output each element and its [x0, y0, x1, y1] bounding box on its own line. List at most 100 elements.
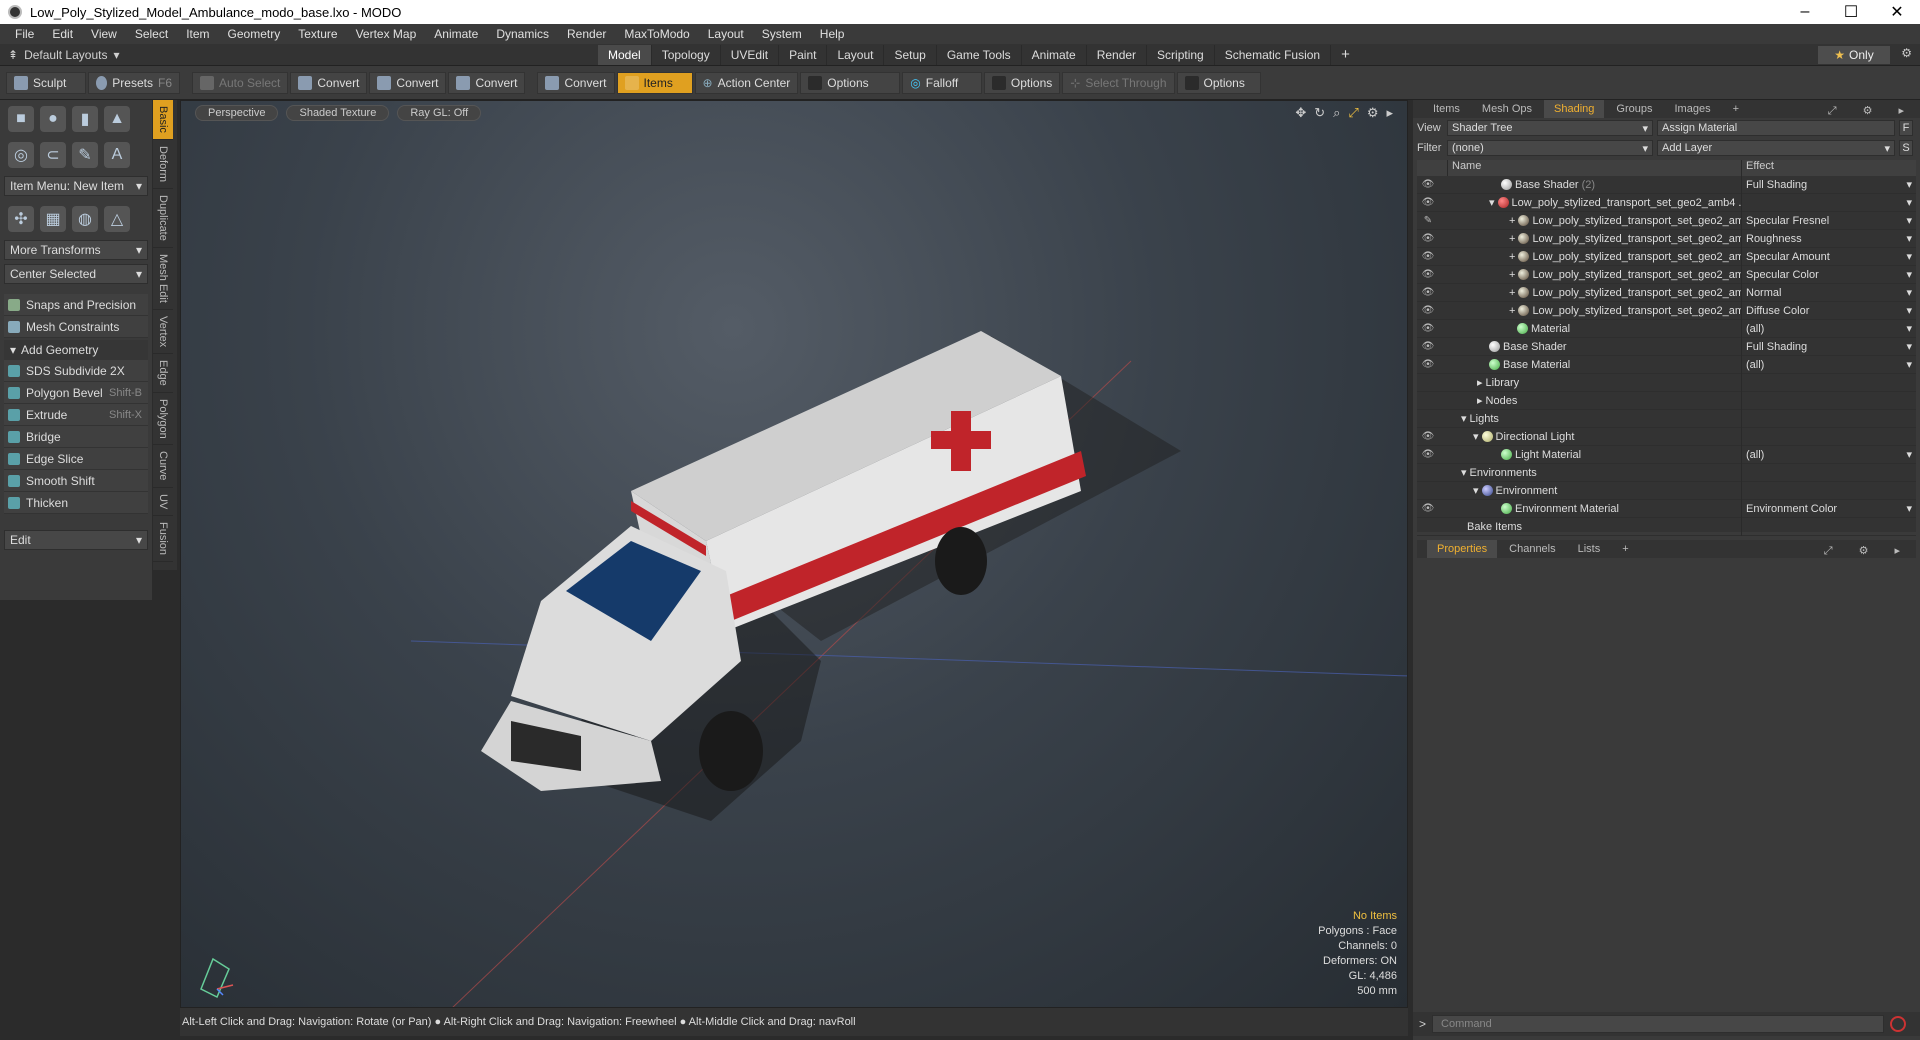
tree-row[interactable]: 👁 Base Shader (2) Full Shading ▾ — [1417, 175, 1916, 194]
tool-thicken-button[interactable]: Thicken — [4, 492, 148, 514]
gear-icon[interactable]: ⚙ — [1901, 46, 1912, 60]
cone-icon[interactable]: ▲ — [104, 106, 130, 132]
tab-mesh-ops[interactable]: Mesh Ops — [1472, 100, 1542, 118]
vtab-fusion[interactable]: Fusion — [153, 516, 173, 563]
tab-animate[interactable]: Animate — [1022, 44, 1087, 65]
panel-menu-icon[interactable]: ▸ — [1888, 102, 1914, 120]
tree-row[interactable]: 👁 + Low_poly_stylized_transport_set_geo2_a… — [1417, 265, 1916, 284]
tab-layout[interactable]: Layout — [827, 44, 885, 65]
layout-selector[interactable]: ⇞ Default Layouts ▾ — [0, 48, 598, 62]
sculpt-button[interactable]: Sculpt — [6, 71, 86, 94]
tree-row[interactable]: ▸ Nodes — [1417, 391, 1916, 410]
raygl-button[interactable]: Ray GL: Off — [397, 105, 482, 121]
tab-topology[interactable]: Topology — [652, 44, 721, 65]
convert-vertices-button[interactable]: Convert — [290, 71, 368, 94]
more-transforms-dropdown[interactable]: More Transforms ▾ — [4, 240, 148, 260]
panel-menu-icon[interactable]: ▸ — [1884, 542, 1910, 560]
move-view-icon[interactable]: ✥ — [1295, 105, 1306, 121]
eye-icon[interactable]: 👁 — [1417, 359, 1439, 370]
menu-texture[interactable]: Texture — [289, 27, 346, 41]
add-layer-shortcut[interactable]: S — [1899, 140, 1913, 156]
eye-icon[interactable]: 👁 — [1417, 305, 1439, 316]
locator-icon[interactable]: ✣ — [8, 206, 34, 232]
menu-select[interactable]: Select — [126, 27, 177, 41]
expand-arrow-icon[interactable]: ▾ — [1473, 430, 1479, 443]
add-tab-icon[interactable]: + — [1612, 540, 1638, 558]
view-type-button[interactable]: Perspective — [195, 105, 279, 121]
effect-dropdown[interactable]: (all) ▾ — [1741, 355, 1916, 374]
menu-dynamics[interactable]: Dynamics — [487, 27, 558, 41]
action-center-button[interactable]: ⊕ Action Center — [694, 71, 799, 94]
convert-edges-button[interactable]: Convert — [369, 71, 447, 94]
tab-render[interactable]: Render — [1087, 44, 1148, 65]
menu-render[interactable]: Render — [558, 27, 615, 41]
eye-icon[interactable]: 👁 — [1417, 503, 1439, 514]
menu-vertex-map[interactable]: Vertex Map — [347, 27, 426, 41]
menu-layout[interactable]: Layout — [699, 27, 753, 41]
falloff-options-button[interactable]: Options — [984, 71, 1061, 94]
expand-arrow-icon[interactable]: ▾ — [1489, 196, 1495, 209]
add-tab-icon[interactable]: + — [1331, 45, 1360, 65]
expand-arrow-icon[interactable]: ▸ — [1386, 105, 1393, 121]
effect-dropdown[interactable]: Environment Color ▾ — [1741, 499, 1916, 518]
tree-row[interactable]: ▾ Environments — [1417, 463, 1916, 482]
tree-row[interactable]: 👁 + Low_poly_stylized_transport_set_geo2_a… — [1417, 283, 1916, 302]
tab-shading[interactable]: Shading — [1544, 100, 1605, 118]
tree-row[interactable]: 👁 + Low_poly_stylized_transport_set_geo2_a… — [1417, 247, 1916, 266]
tool-edge-slice-button[interactable]: Edge Slice — [4, 448, 148, 470]
name-column-header[interactable]: Name — [1447, 160, 1741, 176]
eye-icon[interactable]: 👁 — [1417, 287, 1439, 298]
view-select[interactable]: Shader Tree ▾ — [1447, 120, 1653, 136]
menu-view[interactable]: View — [82, 27, 126, 41]
cube-icon[interactable]: ■ — [8, 106, 34, 132]
expand-icon[interactable]: ⤢ — [1814, 542, 1843, 560]
tree-row[interactable]: 👁 Material (all) ▾ — [1417, 319, 1916, 338]
tool-sds-subdivide-button[interactable]: SDS Subdivide 2X — [4, 360, 148, 382]
expand-arrow-icon[interactable]: ▾ — [1473, 484, 1479, 497]
item-menu-dropdown[interactable]: Item Menu: New Item ▾ — [4, 176, 148, 196]
center-selected-dropdown[interactable]: Center Selected ▾ — [4, 264, 148, 284]
vtab-polygon[interactable]: Polygon — [153, 393, 173, 446]
vtab-basic[interactable]: Basic — [153, 100, 173, 140]
menu-system[interactable]: System — [753, 27, 811, 41]
vtab-uv[interactable]: UV — [153, 488, 173, 517]
tab-channels[interactable]: Channels — [1499, 540, 1565, 558]
effect-column-header[interactable]: Effect — [1741, 160, 1916, 176]
tree-row[interactable]: 👁 ▾ Directional Light — [1417, 427, 1916, 446]
select-through-options-button[interactable]: Options — [1176, 71, 1261, 94]
rotate-view-icon[interactable]: ↻ — [1314, 105, 1325, 121]
vtab-curve[interactable]: Curve — [153, 445, 173, 488]
tab-schematic-fusion[interactable]: Schematic Fusion — [1215, 44, 1332, 65]
eye-icon[interactable]: 👁 — [1417, 323, 1439, 334]
tree-row[interactable]: ▸ Library — [1417, 373, 1916, 392]
capsule-icon[interactable]: ⊂ — [40, 142, 66, 168]
vtab-duplicate[interactable]: Duplicate — [153, 189, 173, 248]
tree-row[interactable]: ✎ + Low_poly_stylized_transport_set_geo2_a… — [1417, 211, 1916, 230]
tree-row[interactable]: 👁 ▾ Low_poly_stylized_transport_set_geo2_a… — [1417, 193, 1916, 212]
effect-dropdown[interactable]: Specular Amount ▾ — [1741, 247, 1916, 266]
tree-row[interactable]: 👁 Base Material (all) ▾ — [1417, 355, 1916, 374]
tab-groups[interactable]: Groups — [1606, 100, 1662, 118]
pen-icon[interactable]: ✎ — [72, 142, 98, 168]
auto-select-button[interactable]: Auto Select — [192, 71, 289, 94]
effect-dropdown[interactable]: Full Shading ▾ — [1741, 337, 1916, 356]
eye-icon[interactable]: 👁 — [1417, 179, 1439, 190]
effect-dropdown[interactable]: (all) ▾ — [1741, 445, 1916, 464]
expand-arrow-icon[interactable]: ▾ — [1461, 412, 1467, 425]
3d-viewport[interactable]: Perspective Shaded Texture Ray GL: Off ✥… — [180, 100, 1408, 1008]
grid-icon[interactable]: ▦ — [40, 206, 66, 232]
plus-icon[interactable]: + — [1509, 251, 1515, 263]
vtab-mesh-edit[interactable]: Mesh Edit — [153, 248, 173, 310]
eye-icon[interactable]: 👁 — [1417, 449, 1439, 460]
zoom-view-icon[interactable]: ⌕ — [1333, 105, 1340, 121]
maximize-icon[interactable]: ☐ — [1828, 0, 1874, 24]
menu-file[interactable]: File — [6, 27, 43, 41]
effect-dropdown[interactable]: Full Shading ▾ — [1741, 175, 1916, 194]
mesh-constraints-button[interactable]: Mesh Constraints — [4, 316, 148, 338]
tree-row[interactable]: 👁 Environment Material Environment Color ▾ — [1417, 499, 1916, 518]
tree-row[interactable]: Bake Items — [1417, 517, 1916, 536]
eye-icon[interactable]: 👁 — [1417, 431, 1439, 442]
tree-row[interactable]: 👁 + Low_poly_stylized_transport_set_geo2_a… — [1417, 229, 1916, 248]
effect-dropdown[interactable]: Diffuse Color ▾ — [1741, 301, 1916, 320]
effect-dropdown[interactable]: Roughness ▾ — [1741, 229, 1916, 248]
